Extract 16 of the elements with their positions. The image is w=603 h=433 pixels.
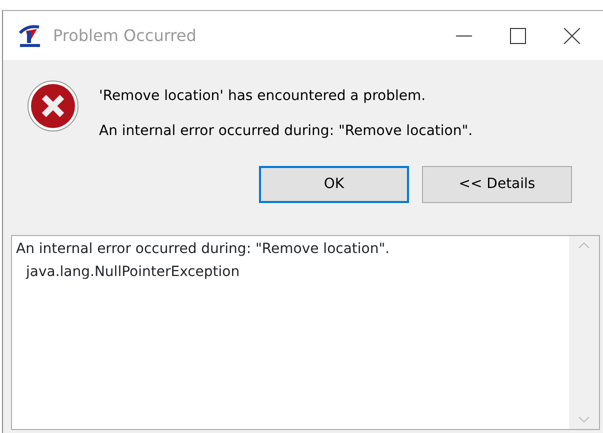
error-title: 'Remove location' has encountered a problem.	[99, 87, 427, 106]
minimize-icon	[456, 34, 472, 36]
details-line: java.lang.NullPointerException	[26, 263, 240, 282]
scroll-down-icon[interactable]	[578, 416, 590, 423]
error-icon	[27, 80, 79, 132]
details-line: An internal error occurred during: "Remove location".	[16, 241, 390, 257]
dialog-button[interactable]: OK	[259, 166, 409, 203]
error-message: An internal error occurred during: "Remove location".	[99, 122, 473, 141]
app-logo-icon	[17, 22, 43, 48]
window-title: Problem Occurred	[53, 24, 198, 46]
scroll-up-icon[interactable]	[578, 242, 590, 249]
dialog-button[interactable]: << Details	[422, 166, 572, 203]
scrollbar[interactable]	[569, 236, 599, 429]
maximize-icon	[510, 28, 526, 44]
close-icon	[564, 28, 580, 44]
details-text-area[interactable]: An internal error occurred during: "Remove location". java.lang.NullPointerException	[11, 235, 600, 430]
